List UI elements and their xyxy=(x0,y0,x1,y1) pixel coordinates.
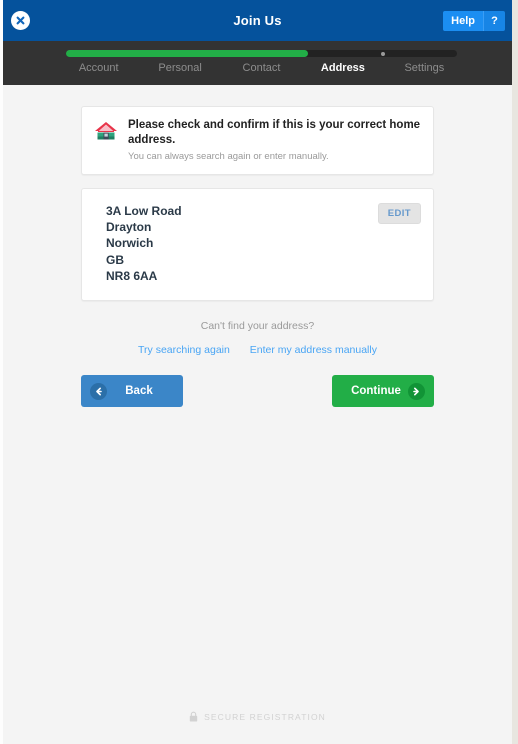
try-searching-again-link[interactable]: Try searching again xyxy=(138,344,230,356)
confirm-address-alert: Please check and confirm if this is your… xyxy=(81,106,434,175)
address-line: NR8 6AA xyxy=(106,269,158,284)
progress-stepper: Account Personal Contact Address Settings xyxy=(3,41,512,85)
continue-button[interactable]: Continue xyxy=(332,375,434,408)
arrow-left-glyph xyxy=(96,387,102,396)
edit-address-button[interactable]: EDIT xyxy=(377,202,421,224)
step-label-row: Account Personal Contact Address Settings xyxy=(58,62,465,74)
step-label-settings[interactable]: Settings xyxy=(384,62,465,74)
page-title: Join Us xyxy=(233,13,282,28)
help-button[interactable]: Help xyxy=(443,11,483,31)
address-lines: 3A Low Road Drayton Norwich GB NR8 6AA xyxy=(106,203,420,284)
back-button-label: Back xyxy=(125,385,153,398)
main-content: Please check and confirm if this is your… xyxy=(3,106,512,408)
step-label-contact[interactable]: Contact xyxy=(221,62,302,74)
help-question-button[interactable]: ? xyxy=(483,11,505,31)
address-line: Norwich xyxy=(106,236,154,251)
enter-address-manually-link[interactable]: Enter my address manually xyxy=(250,344,377,356)
address-line: GB xyxy=(106,252,124,267)
cant-find-address-prompt: Can't find your address? xyxy=(200,320,315,333)
app-header: Join Us Help ? xyxy=(3,0,512,41)
step-label-personal[interactable]: Personal xyxy=(139,62,220,74)
address-line: 3A Low Road xyxy=(106,203,182,218)
help-button-group: Help ? xyxy=(443,11,505,31)
address-card: 3A Low Road Drayton Norwich GB NR8 6AA EDIT xyxy=(81,187,434,302)
alert-text-block: Please check and confirm if this is your… xyxy=(128,118,421,162)
house-icon xyxy=(95,122,117,140)
alert-title: Please check and confirm if this is your… xyxy=(128,119,421,146)
address-line: Drayton xyxy=(106,220,152,235)
close-circle-icon[interactable] xyxy=(11,11,30,30)
arrow-right-icon xyxy=(408,382,425,400)
lock-icon xyxy=(189,711,198,722)
progress-marker-dot xyxy=(380,51,385,56)
progress-track xyxy=(66,50,457,57)
step-label-account[interactable]: Account xyxy=(58,62,139,74)
arrow-right-glyph xyxy=(413,387,419,396)
back-button[interactable]: Back xyxy=(81,375,183,408)
registration-page: Join Us Help ? Account Personal Contact Add… xyxy=(0,0,518,744)
step-label-address[interactable]: Address xyxy=(302,62,383,74)
action-buttons: Back Continue xyxy=(81,375,434,408)
close-x-glyph xyxy=(16,16,25,25)
address-help-links: Try searching again Enter my address man… xyxy=(81,340,434,358)
continue-button-label: Continue xyxy=(351,385,401,398)
progress-fill xyxy=(66,50,309,57)
alert-subtitle: You can always search again or enter man… xyxy=(128,150,329,162)
secure-footer: SECURE REGISTRATION xyxy=(3,711,512,722)
secure-footer-text: SECURE REGISTRATION xyxy=(204,711,326,722)
arrow-left-icon xyxy=(90,382,107,400)
